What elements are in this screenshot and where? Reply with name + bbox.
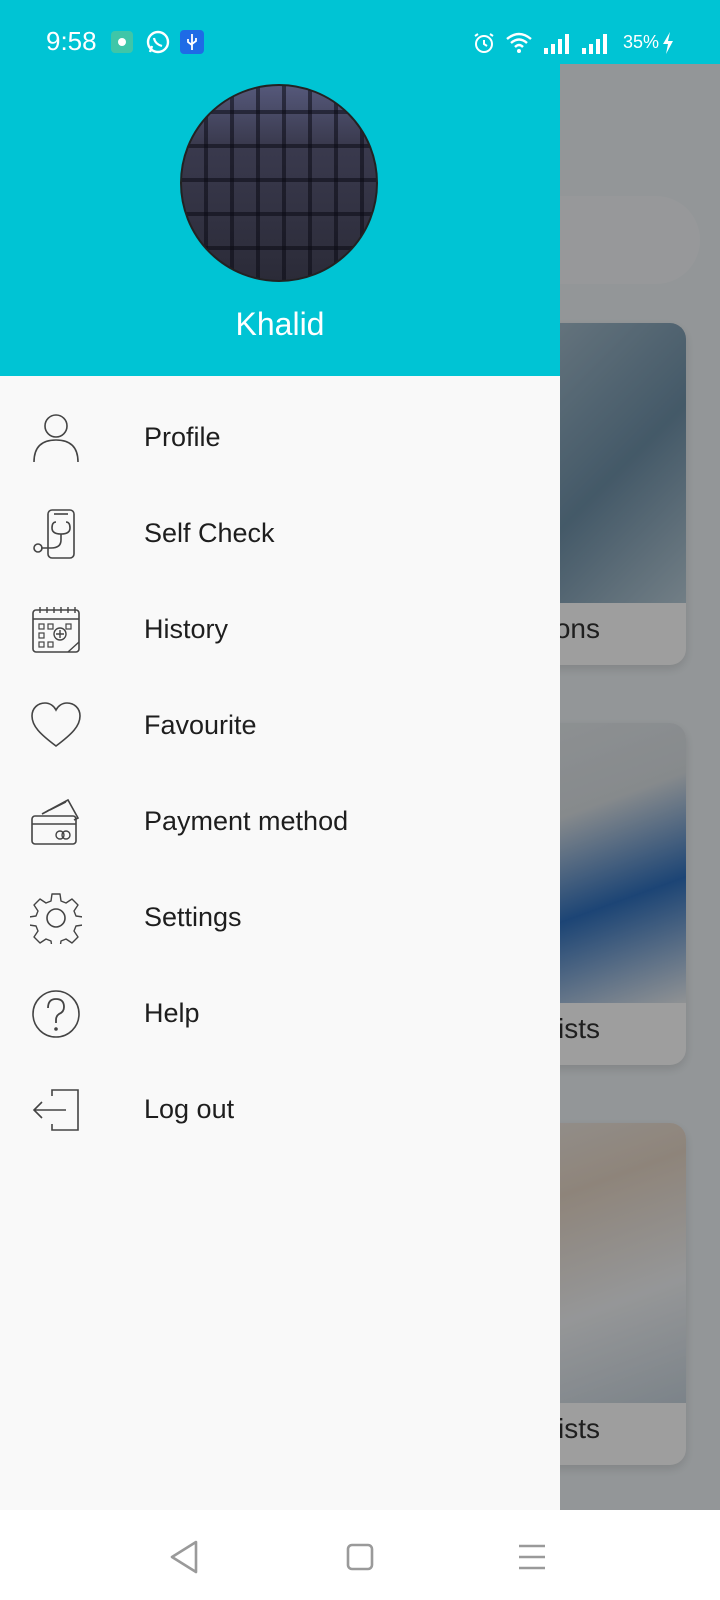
status-bar: 9:58 35% [0,0,720,64]
menu-item-label: Profile [144,422,221,452]
home-icon[interactable] [337,1534,383,1580]
alarm-icon [474,33,494,53]
credit-card-icon [31,798,80,845]
menu-item-label: Favourite [144,710,257,740]
help-icon [32,990,80,1038]
whatsapp-icon [146,30,170,54]
status-time: 9:58 [46,26,97,56]
phone-stethoscope-icon [33,509,75,559]
menu-item-label: Payment method [144,806,349,836]
menu-item-label: Self Check [144,518,275,548]
menu-item-log-out[interactable]: Log out [0,1064,560,1160]
menu-item-label: Log out [144,1094,235,1124]
menu-item-label: Help [144,998,200,1028]
menu-item-label: History [144,614,229,644]
menu-item-help[interactable]: Help [0,968,560,1064]
calendar-icon [32,607,80,653]
charging-icon [663,32,673,54]
back-icon[interactable] [162,1534,208,1580]
menu-item-label: Settings [144,902,242,932]
navigation-drawer: Khalid Profile Self Check History Favour… [0,0,560,1510]
user-name: Khalid [235,306,325,342]
menu-item-favourite[interactable]: Favourite [0,680,560,776]
logout-icon [32,1089,79,1131]
signal-icon [544,34,569,54]
menu-item-profile[interactable]: Profile [0,392,560,488]
menu-item-payment-method[interactable]: Payment method [0,776,560,872]
menu-item-history[interactable]: History [0,584,560,680]
drawer-menu: Profile Self Check History Favourite Pay… [0,392,560,1160]
menu-icon[interactable] [509,1534,555,1580]
media-app-icon [111,31,133,53]
wifi-icon [506,32,532,53]
menu-item-self-check[interactable]: Self Check [0,488,560,584]
system-navigation-bar [0,1510,720,1600]
avatar[interactable] [180,84,378,282]
menu-item-settings[interactable]: Settings [0,872,560,968]
gear-icon [30,893,82,944]
signal-icon [582,34,607,54]
person-icon [33,414,79,463]
battery-percentage: 35% [623,32,660,52]
usb-icon [180,30,204,54]
heart-icon [31,702,81,748]
